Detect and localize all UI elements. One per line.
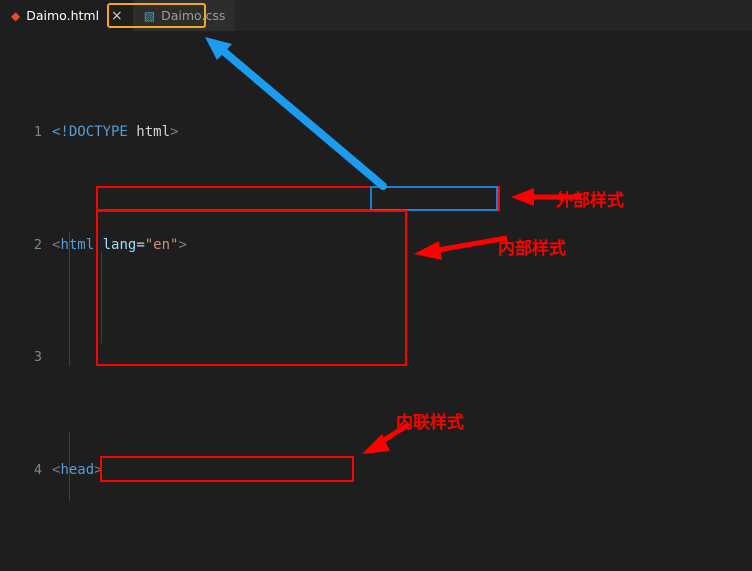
line-number: 3 bbox=[33, 349, 42, 365]
token-val-en: "en" bbox=[144, 236, 179, 253]
token-tag-html: html bbox=[60, 236, 95, 253]
close-icon[interactable]: × bbox=[111, 9, 123, 23]
code-lines: 1 <!DOCTYPE html> 2 <html lang="en"> 3 4… bbox=[0, 31, 752, 571]
code-line: 2 <html lang="en"> bbox=[0, 234, 752, 257]
tab-daimo-html[interactable]: ◆ Daimo.html × bbox=[0, 0, 133, 31]
tab-bar: ◆ Daimo.html × ▧ Daimo.css bbox=[0, 0, 752, 31]
token-tag-head: head bbox=[60, 461, 95, 478]
code-line: 4 <head> bbox=[0, 459, 752, 482]
tab-daimo-css[interactable]: ▧ Daimo.css bbox=[132, 0, 236, 31]
line-number: 4 bbox=[33, 461, 42, 478]
tab-bar-filler bbox=[235, 0, 752, 31]
token-attr-lang: lang bbox=[102, 236, 137, 253]
code-line: 3 bbox=[0, 346, 752, 369]
token-gt: > bbox=[178, 236, 187, 253]
line-content: <!DOCTYPE html> bbox=[52, 121, 178, 144]
tab-label: Daimo.css bbox=[161, 8, 226, 23]
html5-icon: ◆ bbox=[11, 8, 21, 23]
code-editor[interactable]: 1 <!DOCTYPE html> 2 <html lang="en"> 3 4… bbox=[0, 31, 752, 571]
line-content: <head> bbox=[52, 459, 103, 482]
token-doctype-name: html bbox=[136, 124, 171, 140]
editor-window: ◆ Daimo.html × ▧ Daimo.css 1 <!DOCTYPE h… bbox=[0, 0, 752, 571]
line-number: 1 bbox=[33, 124, 42, 140]
token-gt: > bbox=[94, 461, 103, 478]
code-line: 1 <!DOCTYPE html> bbox=[0, 121, 752, 144]
css3-icon: ▧ bbox=[143, 8, 156, 23]
line-content: <html lang="en"> bbox=[52, 236, 187, 253]
tab-label: Daimo.html bbox=[26, 8, 100, 23]
token-doctype: <!DOCTYPE bbox=[52, 124, 128, 140]
token-gt: > bbox=[170, 124, 179, 140]
line-number: 2 bbox=[33, 236, 42, 253]
